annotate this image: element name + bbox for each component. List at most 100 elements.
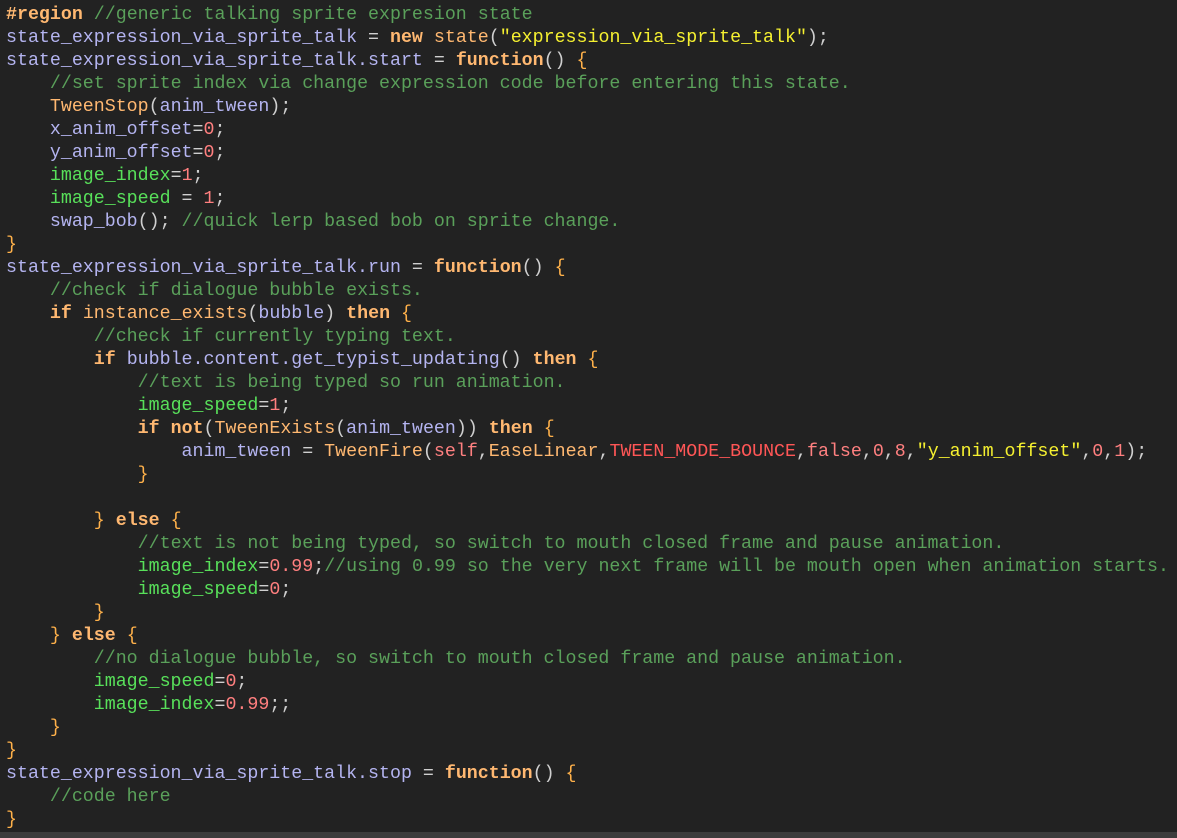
code-line[interactable]: state_expression_via_sprite_talk = new s… [6,27,1169,50]
code-line[interactable]: } [6,717,1169,740]
code-token: bubble.content.get_typist_updating [126,350,500,370]
code-token: ); [269,97,292,117]
code-token: , [1103,442,1115,462]
code-line[interactable]: //set sprite index via change expression… [6,73,1169,96]
code-line[interactable]: if bubble.content.get_typist_updating() … [6,349,1169,372]
code-line[interactable]: image_index=0.99;; [6,694,1169,717]
code-line[interactable]: if instance_exists(bubble) then { [6,303,1169,326]
code-token: 0.99 [225,695,270,715]
code-token: image_speed [137,396,259,416]
code-token: image_index [93,695,215,715]
code-line[interactable]: if not(TweenExists(anim_tween)) then { [6,418,1169,441]
code-token: } [93,603,105,623]
code-line[interactable]: } else { [6,510,1169,533]
code-line[interactable]: } [6,740,1169,763]
code-token: else [115,511,160,531]
code-token: state_expression_via_sprite_talk.start [6,51,423,71]
code-token: 1 [203,189,215,209]
code-line[interactable]: //check if currently typing text. [6,326,1169,349]
code-token: = [258,580,270,600]
code-line[interactable]: state_expression_via_sprite_talk.start =… [6,50,1169,73]
code-token: , [883,442,895,462]
code-line[interactable]: TweenStop(anim_tween); [6,96,1169,119]
code-token: then [532,350,577,370]
code-token: = [192,143,204,163]
code-line[interactable]: //code here [6,786,1169,809]
code-line[interactable]: #region //generic talking sprite expresi… [6,4,1169,27]
code-token: = [214,695,226,715]
code-token: #region [6,5,83,25]
code-line[interactable]: state_expression_via_sprite_talk.run = f… [6,257,1169,280]
code-line[interactable]: image_speed = 1; [6,188,1169,211]
code-token: EaseLinear [488,442,599,462]
code-token: ( [247,304,259,324]
code-token: } [6,235,17,255]
code-token: , [477,442,489,462]
code-token: = [411,764,445,784]
code-token: instance_exists [82,304,248,324]
code-line[interactable]: //check if dialogue bubble exists. [6,280,1169,303]
code-line[interactable]: } [6,464,1169,487]
code-token: = [357,28,390,48]
code-line[interactable]: } [6,602,1169,625]
code-token: = [422,51,456,71]
code-token: if [93,350,116,370]
code-line[interactable]: } else { [6,625,1169,648]
code-editor[interactable]: #region //generic talking sprite expresi… [6,4,1169,832]
code-line[interactable]: //no dialogue bubble, so switch to mouth… [6,648,1169,671]
code-token: ( [148,97,160,117]
code-line[interactable]: anim_tween = TweenFire(self,EaseLinear,T… [6,441,1169,464]
code-line[interactable]: state_expression_via_sprite_talk.stop = … [6,763,1169,786]
code-line[interactable] [6,487,1169,510]
code-token: , [1081,442,1093,462]
code-token: } [93,511,105,531]
horizontal-scrollbar[interactable] [0,832,1177,838]
code-token: ; [280,396,292,416]
code-line[interactable]: //text is not being typed, so switch to … [6,533,1169,556]
code-line[interactable]: swap_bob(); //quick lerp based bob on sp… [6,211,1169,234]
code-line[interactable]: } [6,234,1169,257]
code-token: 1 [1114,442,1126,462]
code-line[interactable]: y_anim_offset=0; [6,142,1169,165]
code-line[interactable]: image_index=0.99;//using 0.99 so the ver… [6,556,1169,579]
code-line[interactable]: image_index=1; [6,165,1169,188]
code-line[interactable]: //text is being typed so run animation. [6,372,1169,395]
code-token: () [532,764,566,784]
code-token: 0 [203,143,215,163]
code-line[interactable]: x_anim_offset=0; [6,119,1169,142]
code-line[interactable]: image_speed=0; [6,671,1169,694]
code-token: 0.99 [269,557,314,577]
code-token: image_index [137,557,259,577]
code-token: then [346,304,391,324]
code-line[interactable]: } [6,809,1169,832]
code-token: ; [280,580,292,600]
code-token: ; [192,166,204,186]
code-line[interactable]: image_speed=0; [6,579,1169,602]
code-token: () [543,51,577,71]
code-token: { [401,304,413,324]
code-token: image_speed [137,580,259,600]
code-token: 0 [203,120,215,140]
code-token: else [71,626,116,646]
code-token: then [488,419,533,439]
code-line[interactable]: image_speed=1; [6,395,1169,418]
code-token: image_index [49,166,171,186]
code-token: if [49,304,72,324]
